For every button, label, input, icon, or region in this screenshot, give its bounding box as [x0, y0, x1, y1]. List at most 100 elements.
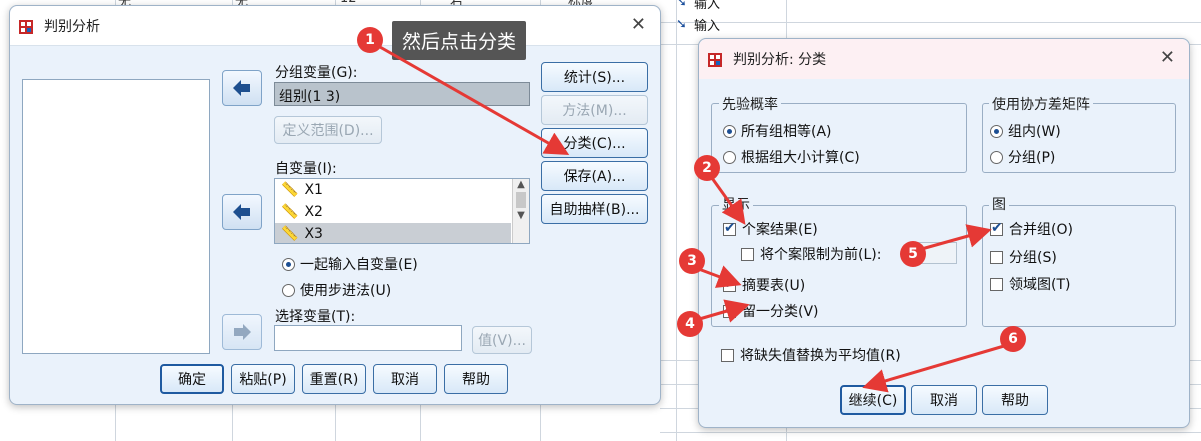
define-range-button[interactable]: 定义范围(D)... [274, 116, 382, 144]
checkbox-unchecked-icon [990, 277, 1003, 291]
prior-group-size-radio[interactable]: 根据组大小计算(C) [723, 147, 860, 167]
selection-variable-label: 选择变量(T): [275, 309, 356, 325]
separate-groups-checkbox[interactable]: 分组(S) [990, 247, 1057, 267]
step-badge-2: 2 [694, 155, 720, 181]
checkbox-label: 将个案限制为前(L): [760, 247, 882, 263]
radio-selected-icon [723, 124, 736, 138]
cancel-button[interactable]: 取消 [911, 385, 977, 415]
button-label: 统计(S)... [563, 70, 626, 86]
group-title: 图 [989, 194, 1009, 214]
title-bar: 判别分析 ✕ [10, 6, 660, 46]
ruler-icon: 📏 [281, 204, 299, 220]
grouping-variable-field[interactable]: 组别(1 3) [274, 82, 530, 106]
grid-line [660, 432, 1201, 433]
app-icon [18, 17, 36, 35]
combined-groups-checkbox[interactable]: 合并组(O) [990, 219, 1073, 239]
radio-unselected-icon [990, 150, 1003, 164]
scroll-thumb[interactable] [516, 192, 526, 208]
save-button[interactable]: 保存(A)... [541, 161, 648, 191]
button-label: 自助抽样(B)... [549, 202, 640, 218]
group-title: 显示 [719, 194, 753, 214]
step-badge-4: 4 [677, 311, 703, 337]
arrow-right-icon [234, 324, 251, 340]
enter-together-radio[interactable]: 一起输入自变量(E) [282, 254, 418, 274]
scroll-up-icon[interactable]: ▲ [513, 179, 529, 190]
group-title: 先验概率 [719, 94, 781, 114]
replace-missing-checkbox[interactable]: 将缺失值替换为平均值(R) [721, 345, 901, 365]
radio-unselected-icon [282, 283, 295, 297]
radio-selected-icon [282, 257, 295, 271]
cov-separate-radio[interactable]: 分组(P) [990, 147, 1055, 167]
scroll-down-icon[interactable]: ▼ [513, 210, 529, 221]
move-to-grouping-button[interactable] [222, 70, 262, 106]
variable-name: X2 [304, 204, 323, 220]
checkbox-unchecked-icon [721, 348, 734, 362]
list-item: ➘ 输入 [676, 0, 786, 13]
casewise-results-checkbox[interactable]: 个案结果(E) [723, 219, 818, 239]
paste-button[interactable]: 粘贴(P) [231, 364, 295, 394]
button-label: 重置(R) [309, 372, 359, 388]
selection-variable-field[interactable] [274, 325, 462, 351]
cov-within-radio[interactable]: 组内(W) [990, 121, 1061, 141]
stepwise-radio[interactable]: 使用步进法(U) [282, 280, 391, 300]
grouping-variable-value: 组别(1 3) [279, 89, 341, 105]
territorial-map-checkbox[interactable]: 领域图(T) [990, 274, 1070, 294]
move-to-selection-button[interactable] [222, 314, 262, 350]
checkbox-label: 合并组(O) [1009, 222, 1073, 238]
source-variable-list[interactable] [22, 79, 210, 354]
arrow-in-icon: ➘ [676, 0, 687, 10]
help-button[interactable]: 帮助 [444, 364, 508, 394]
dialog-title: 判别分析: 分类 [733, 52, 827, 68]
scrollbar[interactable]: ▲ ▼ [512, 179, 529, 243]
step-badge-6: 6 [1000, 326, 1026, 352]
dialog-title: 判别分析 [44, 18, 100, 35]
close-icon[interactable]: ✕ [631, 14, 646, 35]
app-icon [707, 50, 725, 68]
move-to-independent-button[interactable] [222, 194, 262, 230]
value-button-label: 值(V)... [478, 333, 526, 349]
grid-line [676, 0, 677, 441]
independent-variable-list[interactable]: 📏 X1 📏 X2 📏 X3 ▲ ▼ [274, 178, 530, 244]
bootstrap-button[interactable]: 自助抽样(B)... [541, 194, 648, 224]
continue-button[interactable]: 继续(C) [840, 385, 906, 415]
list-item: ➘ 输入 [676, 13, 786, 35]
radio-label: 组内(W) [1008, 124, 1061, 140]
variable-name: X1 [304, 182, 323, 198]
button-label: 帮助 [1001, 393, 1029, 409]
ruler-icon: 📏 [281, 226, 299, 242]
radio-unselected-icon [723, 150, 736, 164]
checkbox-unchecked-icon [741, 247, 754, 261]
list-item[interactable]: 📏 X3 [275, 223, 511, 243]
method-button[interactable]: 方法(M)... [541, 95, 648, 125]
help-button[interactable]: 帮助 [982, 385, 1048, 415]
button-label: 取消 [391, 372, 419, 388]
radio-label: 根据组大小计算(C) [741, 150, 860, 166]
ok-button[interactable]: 确定 [160, 364, 224, 394]
reset-button[interactable]: 重置(R) [302, 364, 366, 394]
button-label: 分类(C)... [563, 136, 626, 152]
value-button[interactable]: 值(V)... [472, 326, 532, 354]
checkbox-label: 留一分类(V) [742, 304, 819, 320]
list-item[interactable]: 📏 X2 [275, 201, 529, 223]
classify-button[interactable]: 分类(C)... [541, 128, 648, 158]
cancel-button[interactable]: 取消 [373, 364, 437, 394]
instruction-tooltip: 然后点击分类 [392, 21, 527, 60]
classify-dialog: 判别分析: 分类 ✕ 先验概率 所有组相等(A) 根据组大小计算(C) 使用协方… [698, 38, 1190, 428]
checkbox-label: 摘要表(U) [742, 278, 806, 294]
checkbox-label: 领域图(T) [1009, 277, 1071, 293]
button-label: 继续(C) [848, 393, 898, 409]
ruler-icon: 📏 [281, 182, 299, 198]
checkbox-label: 将缺失值替换为平均值(R) [740, 348, 901, 364]
radio-label: 一起输入自变量(E) [300, 257, 418, 273]
checkbox-unchecked-icon [990, 250, 1003, 264]
list-item[interactable]: 📏 X1 [275, 179, 529, 201]
close-icon[interactable]: ✕ [1160, 47, 1175, 68]
summary-table-checkbox[interactable]: 摘要表(U) [723, 275, 805, 295]
title-bar: 判别分析: 分类 ✕ [699, 39, 1189, 79]
button-label: 粘贴(P) [239, 372, 287, 388]
statistics-button[interactable]: 统计(S)... [541, 62, 648, 92]
independent-label: 自变量(I): [275, 161, 337, 177]
limit-cases-checkbox[interactable]: 将个案限制为前(L): [741, 244, 881, 264]
leave-one-out-checkbox[interactable]: 留一分类(V) [723, 301, 819, 321]
prior-all-equal-radio[interactable]: 所有组相等(A) [723, 121, 832, 141]
